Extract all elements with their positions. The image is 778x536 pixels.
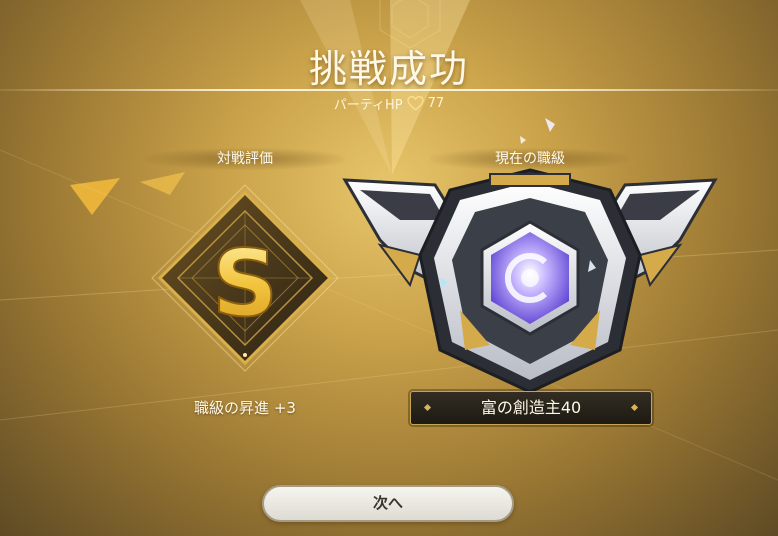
rank-emblem <box>340 160 720 395</box>
page-title: 挑戦成功 <box>308 47 469 91</box>
title-divider <box>0 89 778 91</box>
party-hp-label: パーティHP <box>333 98 403 113</box>
party-hp-value: 77 <box>427 96 445 111</box>
rank-name-plate: 富の創造主40 <box>410 391 652 425</box>
next-button[interactable]: 次へ <box>262 485 514 522</box>
battle-grade-badge: S <box>150 183 340 373</box>
battle-rating-label: 対戦評価 <box>145 148 345 170</box>
plate-left-ornament <box>423 403 432 412</box>
plate-right-ornament <box>630 403 639 412</box>
heart-icon <box>406 96 424 111</box>
promotion-text: 職級の昇進 +3 <box>194 399 296 417</box>
party-hp-indicator: パーティHP 77 <box>0 94 778 113</box>
rank-name-text: 富の創造主40 <box>480 398 582 417</box>
grade-letter: S <box>212 230 278 337</box>
